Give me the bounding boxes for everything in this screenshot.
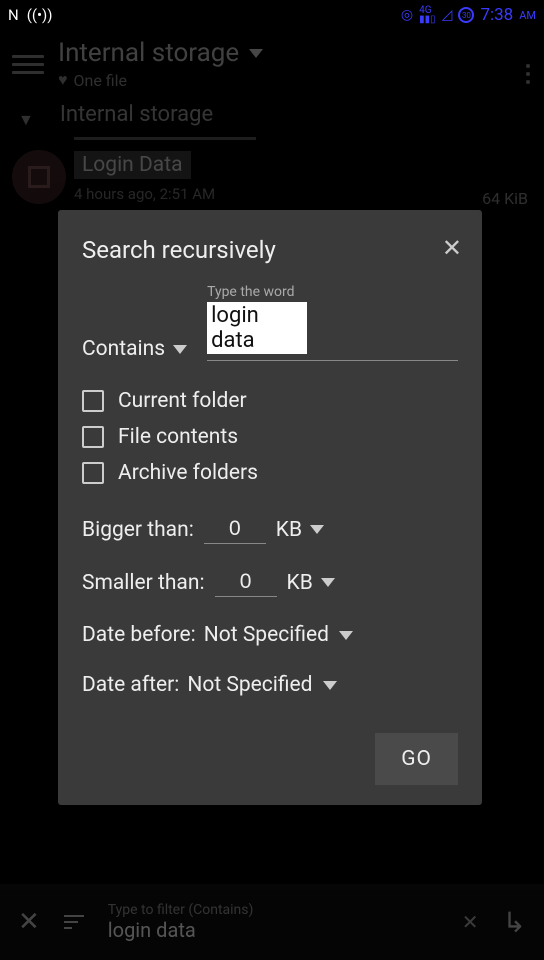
battery-icon: 30 <box>458 7 474 23</box>
check-label: Current folder <box>118 389 247 413</box>
heart-icon: ♥ <box>58 70 68 90</box>
breadcrumb: ▼ Internal storage <box>0 94 544 137</box>
date-before-dropdown[interactable]: Not Specified <box>204 623 353 647</box>
status-left: N <box>8 6 19 24</box>
overflow-menu-icon[interactable] <box>526 60 530 88</box>
search-field[interactable]: Type the word login data <box>207 302 458 361</box>
wifi-calling-icon: ((•)) <box>27 6 53 24</box>
file-type-icon <box>12 150 66 204</box>
app-header: Internal storage ♥ One file <box>0 30 544 94</box>
dropdown-icon <box>310 525 324 534</box>
dropdown-icon <box>173 345 187 354</box>
date-before-value: Not Specified <box>204 623 329 647</box>
dropdown-icon <box>321 578 335 587</box>
page-subtitle: One file <box>74 71 128 90</box>
file-meta: 4 hours ago, 2:51 AM <box>74 185 215 203</box>
clear-filter-icon[interactable]: ✕ <box>462 910 479 934</box>
check-current-folder[interactable]: Current folder <box>82 389 458 413</box>
close-icon[interactable]: ✕ <box>442 234 462 262</box>
checkbox-icon <box>82 426 104 448</box>
check-file-contents[interactable]: File contents <box>82 425 458 449</box>
page-title: Internal storage <box>58 38 239 68</box>
status-bar: N ((•)) ◎ 4G▮▮▯ ◿ 30 7:38 AM <box>0 0 544 30</box>
checkbox-icon <box>82 390 104 412</box>
bigger-unit-dropdown[interactable]: KB <box>276 518 324 542</box>
submit-filter-icon[interactable]: ↳ <box>503 906 526 939</box>
checkbox-icon <box>82 462 104 484</box>
smaller-than-label: Smaller than: <box>82 571 205 595</box>
filter-icon[interactable] <box>64 915 84 929</box>
bottom-filter-bar: ✕ Type to filter (Contains) login data ✕… <box>0 884 544 960</box>
title-dropdown-icon[interactable] <box>249 49 263 58</box>
field-underline <box>207 360 458 361</box>
dropdown-icon <box>339 631 353 640</box>
status-time: 7:38 <box>480 5 513 25</box>
go-button[interactable]: GO <box>375 733 458 785</box>
signal-4g-icon: 4G▮▮▯ <box>419 6 436 24</box>
search-field-hint: Type the word <box>207 284 294 300</box>
search-mode-dropdown[interactable]: Contains <box>82 337 187 361</box>
hamburger-icon[interactable] <box>12 48 44 80</box>
dropdown-icon <box>323 681 337 690</box>
signal-icon: ◿ <box>442 7 453 23</box>
filter-hint: Type to filter (Contains) <box>108 902 438 918</box>
file-row[interactable]: Login Data 4 hours ago, 2:51 AM 64 KiB <box>0 140 544 204</box>
file-size: 64 KiB <box>482 189 528 208</box>
search-mode-label: Contains <box>82 337 165 361</box>
hotspot-icon: ◎ <box>401 7 413 23</box>
date-after-value: Not Specified <box>187 673 312 697</box>
date-before-label: Date before: <box>82 623 196 647</box>
date-after-dropdown[interactable]: Not Specified <box>187 673 336 697</box>
status-ampm: AM <box>519 9 536 22</box>
bigger-than-input[interactable] <box>204 515 266 544</box>
close-filter-icon[interactable]: ✕ <box>18 907 40 937</box>
unit-label: KB <box>287 571 313 595</box>
check-archive-folders[interactable]: Archive folders <box>82 461 458 485</box>
chevron-down-icon[interactable]: ▼ <box>18 110 34 130</box>
search-input[interactable]: login data <box>207 302 307 354</box>
filter-input[interactable]: login data <box>108 918 438 942</box>
file-name: Login Data <box>74 151 191 179</box>
check-label: Archive folders <box>118 461 258 485</box>
bigger-than-label: Bigger than: <box>82 518 194 542</box>
unit-label: KB <box>276 518 302 542</box>
search-dialog: Search recursively ✕ Contains Type the w… <box>58 210 482 805</box>
smaller-unit-dropdown[interactable]: KB <box>287 571 335 595</box>
check-label: File contents <box>118 425 238 449</box>
smaller-than-input[interactable] <box>215 568 277 597</box>
dialog-title: Search recursively <box>82 236 458 264</box>
breadcrumb-path[interactable]: Internal storage <box>60 102 213 137</box>
date-after-label: Date after: <box>82 673 179 697</box>
